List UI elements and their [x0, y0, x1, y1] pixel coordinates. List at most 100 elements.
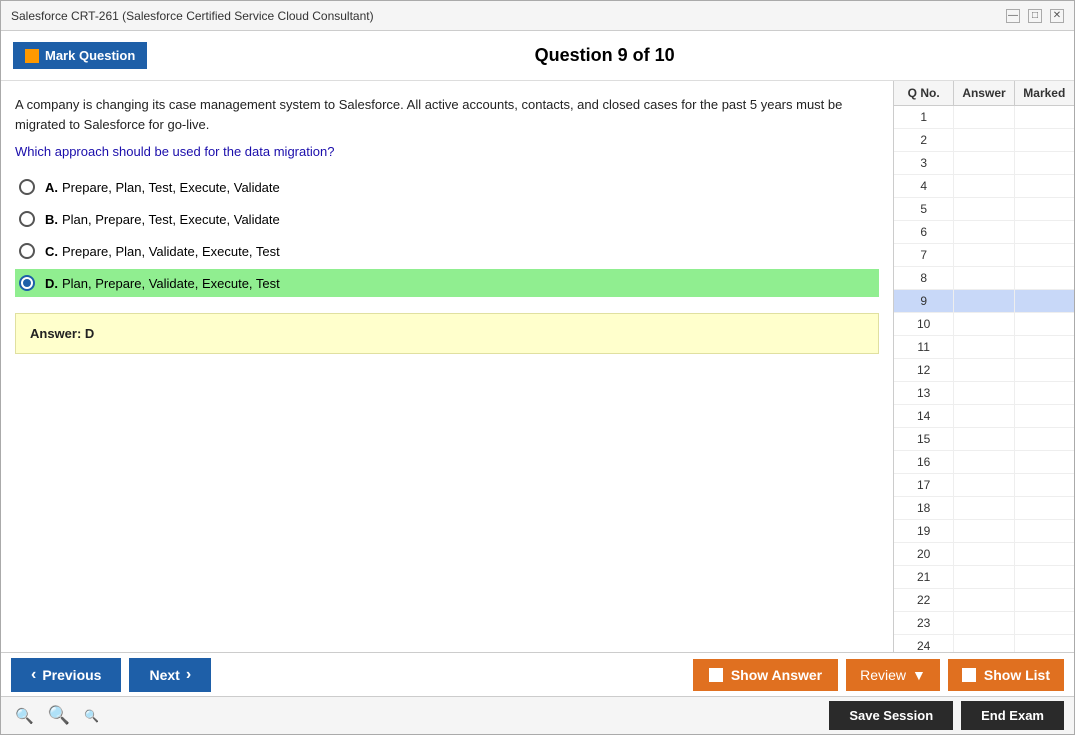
side-row-9[interactable]: 9 — [894, 290, 1074, 313]
side-cell-answer — [954, 635, 1014, 652]
side-row-15[interactable]: 15 — [894, 428, 1074, 451]
side-row-16[interactable]: 16 — [894, 451, 1074, 474]
window-controls: — □ ✕ — [1006, 9, 1064, 23]
side-cell-marked — [1015, 359, 1074, 381]
close-button[interactable]: ✕ — [1050, 9, 1064, 23]
side-row-18[interactable]: 18 — [894, 497, 1074, 520]
option-a[interactable]: A. Prepare, Plan, Test, Execute, Validat… — [15, 173, 879, 201]
side-cell-answer — [954, 290, 1014, 312]
side-cell-answer — [954, 382, 1014, 404]
option-b-label: B. — [45, 212, 58, 227]
bottom-nav: ‹ Previous Next › Show Answer Review ▼ ✓… — [1, 652, 1074, 696]
show-answer-label: Show Answer — [731, 667, 822, 683]
side-cell-marked — [1015, 566, 1074, 588]
save-session-button[interactable]: Save Session — [829, 701, 953, 730]
side-cell-qno: 20 — [894, 543, 954, 565]
zoom-out-button[interactable]: 🔍 — [80, 707, 103, 725]
side-row-11[interactable]: 11 — [894, 336, 1074, 359]
show-answer-button[interactable]: Show Answer — [693, 659, 838, 691]
mark-question-button[interactable]: Mark Question — [13, 42, 147, 69]
restore-button[interactable]: □ — [1028, 9, 1042, 23]
side-cell-answer — [954, 152, 1014, 174]
side-cell-answer — [954, 221, 1014, 243]
zoom-normal-button[interactable]: 🔍 — [44, 703, 74, 728]
radio-b — [19, 211, 35, 227]
side-cell-marked — [1015, 290, 1074, 312]
side-cell-marked — [1015, 221, 1074, 243]
question-text: A company is changing its case managemen… — [15, 95, 879, 134]
side-cell-marked — [1015, 635, 1074, 652]
col-marked: Marked — [1015, 81, 1074, 105]
option-d-text: Plan, Prepare, Validate, Execute, Test — [62, 276, 280, 291]
previous-button[interactable]: ‹ Previous — [11, 658, 121, 692]
next-button[interactable]: Next › — [129, 658, 211, 692]
side-cell-answer — [954, 589, 1014, 611]
side-cell-answer — [954, 543, 1014, 565]
side-row-23[interactable]: 23 — [894, 612, 1074, 635]
show-list-label: Show List — [984, 667, 1050, 683]
side-cell-qno: 11 — [894, 336, 954, 358]
main-panel: A company is changing its case managemen… — [1, 81, 894, 652]
side-cell-answer — [954, 198, 1014, 220]
side-cell-qno: 5 — [894, 198, 954, 220]
side-cell-marked — [1015, 589, 1074, 611]
side-row-8[interactable]: 8 — [894, 267, 1074, 290]
option-b-text: Plan, Prepare, Test, Execute, Validate — [62, 212, 280, 227]
side-cell-marked — [1015, 152, 1074, 174]
side-cell-answer — [954, 106, 1014, 128]
side-row-6[interactable]: 6 — [894, 221, 1074, 244]
app-window: Salesforce CRT-261 (Salesforce Certified… — [0, 0, 1075, 735]
side-cell-answer — [954, 520, 1014, 542]
side-cell-qno: 6 — [894, 221, 954, 243]
side-cell-answer — [954, 497, 1014, 519]
side-row-19[interactable]: 19 — [894, 520, 1074, 543]
mark-check-icon — [25, 49, 39, 63]
side-rows-container: 1 2 3 4 5 6 7 8 — [894, 106, 1074, 652]
side-row-17[interactable]: 17 — [894, 474, 1074, 497]
side-row-5[interactable]: 5 — [894, 198, 1074, 221]
show-list-button[interactable]: ✓ Show List — [948, 659, 1064, 691]
previous-label: Previous — [42, 667, 101, 683]
side-cell-qno: 16 — [894, 451, 954, 473]
side-cell-marked — [1015, 497, 1074, 519]
side-row-22[interactable]: 22 — [894, 589, 1074, 612]
radio-a — [19, 179, 35, 195]
option-c-text: Prepare, Plan, Validate, Execute, Test — [62, 244, 280, 259]
side-cell-qno: 9 — [894, 290, 954, 312]
side-cell-qno: 1 — [894, 106, 954, 128]
zoom-in-button[interactable]: 🔍 — [11, 705, 38, 727]
side-row-24[interactable]: 24 — [894, 635, 1074, 652]
side-cell-answer — [954, 175, 1014, 197]
review-button[interactable]: Review ▼ — [846, 659, 940, 691]
side-row-12[interactable]: 12 — [894, 359, 1074, 382]
side-row-1[interactable]: 1 — [894, 106, 1074, 129]
side-cell-marked — [1015, 198, 1074, 220]
mark-button-label: Mark Question — [45, 48, 135, 63]
side-cell-qno: 10 — [894, 313, 954, 335]
side-cell-qno: 4 — [894, 175, 954, 197]
side-row-3[interactable]: 3 — [894, 152, 1074, 175]
option-a-label: A. — [45, 180, 58, 195]
option-c[interactable]: C. Prepare, Plan, Validate, Execute, Tes… — [15, 237, 879, 265]
side-cell-qno: 15 — [894, 428, 954, 450]
side-row-14[interactable]: 14 — [894, 405, 1074, 428]
answer-text: Answer: D — [30, 326, 94, 341]
side-row-4[interactable]: 4 — [894, 175, 1074, 198]
side-row-10[interactable]: 10 — [894, 313, 1074, 336]
side-row-20[interactable]: 20 — [894, 543, 1074, 566]
end-exam-button[interactable]: End Exam — [961, 701, 1064, 730]
option-a-text: Prepare, Plan, Test, Execute, Validate — [62, 180, 280, 195]
show-list-check-icon: ✓ — [962, 668, 976, 682]
option-d[interactable]: D. Plan, Prepare, Validate, Execute, Tes… — [15, 269, 879, 297]
next-chevron-icon: › — [186, 666, 191, 684]
side-cell-marked — [1015, 474, 1074, 496]
side-row-21[interactable]: 21 — [894, 566, 1074, 589]
side-row-2[interactable]: 2 — [894, 129, 1074, 152]
minimize-button[interactable]: — — [1006, 9, 1020, 23]
side-row-7[interactable]: 7 — [894, 244, 1074, 267]
side-cell-qno: 12 — [894, 359, 954, 381]
prev-chevron-icon: ‹ — [31, 666, 36, 684]
option-c-label: C. — [45, 244, 58, 259]
side-row-13[interactable]: 13 — [894, 382, 1074, 405]
option-b[interactable]: B. Plan, Prepare, Test, Execute, Validat… — [15, 205, 879, 233]
